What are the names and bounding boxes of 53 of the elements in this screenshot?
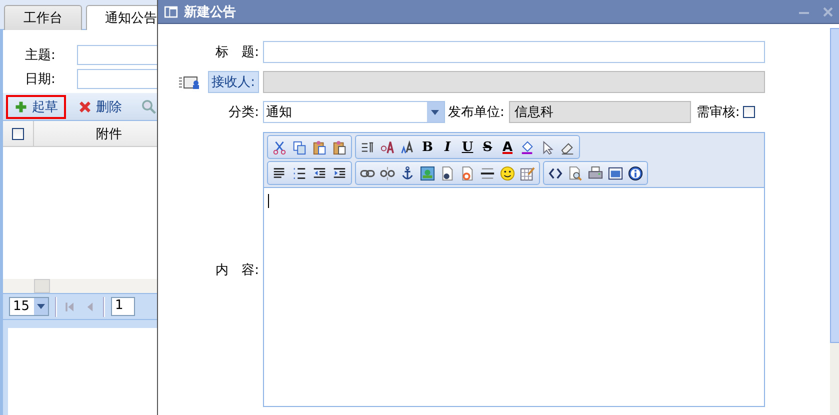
copy-icon[interactable] — [292, 140, 307, 154]
font-family-icon[interactable] — [380, 140, 395, 154]
field-label: 标 题: — [216, 44, 259, 61]
magnifier-page-icon[interactable] — [568, 166, 583, 180]
underline-icon[interactable]: U — [460, 140, 475, 154]
smiley-icon[interactable] — [500, 166, 515, 180]
paragraph-icon[interactable] — [360, 140, 375, 154]
filter-label: 日期: — [25, 71, 56, 88]
filter-label: 主题: — [25, 47, 56, 64]
bullet-list-icon[interactable] — [292, 166, 307, 180]
clipboard-icon[interactable] — [312, 140, 327, 154]
checkbox[interactable] — [12, 128, 24, 140]
category-select[interactable]: 通知 — [263, 101, 445, 123]
code-icon[interactable] — [548, 166, 563, 180]
window-icon[interactable] — [608, 166, 623, 180]
document-icon[interactable] — [440, 166, 455, 180]
publisher-field[interactable]: 信息科 — [509, 101, 692, 123]
clipboard-text-icon[interactable] — [332, 140, 347, 154]
page-size-select[interactable]: 15 — [9, 297, 49, 316]
broken-chain-icon[interactable] — [380, 166, 395, 180]
font-size-icon[interactable] — [400, 140, 415, 154]
contact-card-icon — [178, 74, 202, 90]
toolbar-button[interactable]: 删除 — [70, 94, 130, 118]
recipient-button[interactable]: 接收人: — [208, 71, 259, 93]
info-icon[interactable] — [628, 166, 643, 180]
indent-icon[interactable] — [332, 166, 347, 180]
horizontal-rule-icon[interactable] — [480, 166, 495, 180]
magnifier-icon — [142, 100, 156, 114]
outdent-icon[interactable] — [312, 166, 327, 180]
toolbar-button[interactable]: 起草 — [6, 94, 66, 118]
bold-icon[interactable]: B — [420, 140, 435, 154]
scissors-icon[interactable] — [272, 140, 287, 154]
window-title: 新建公告 — [184, 4, 236, 20]
field-label: 分类: — [228, 104, 259, 121]
paint-bucket-icon[interactable] — [520, 140, 535, 154]
table-edit-icon[interactable] — [520, 166, 535, 180]
field-label: 内 容: — [216, 262, 259, 278]
anchor-icon[interactable] — [400, 166, 415, 180]
page-input[interactable]: 1 — [111, 297, 135, 316]
printer-icon[interactable] — [588, 166, 603, 180]
italic-icon[interactable]: I — [440, 140, 455, 154]
align-icon[interactable] — [272, 166, 287, 180]
text-cursor — [268, 194, 269, 208]
image-icon[interactable] — [420, 166, 435, 180]
field-label: 发布单位: — [448, 104, 504, 121]
window-icon — [164, 4, 178, 18]
field-label: 需审核: — [696, 104, 740, 121]
plus-icon — [14, 100, 28, 114]
checkbox[interactable] — [742, 106, 755, 118]
tab[interactable]: 工作台 — [4, 5, 82, 30]
cross-icon — [78, 100, 92, 114]
strikethrough-icon[interactable]: S — [480, 140, 495, 154]
text-color-icon[interactable]: A — [500, 140, 515, 154]
